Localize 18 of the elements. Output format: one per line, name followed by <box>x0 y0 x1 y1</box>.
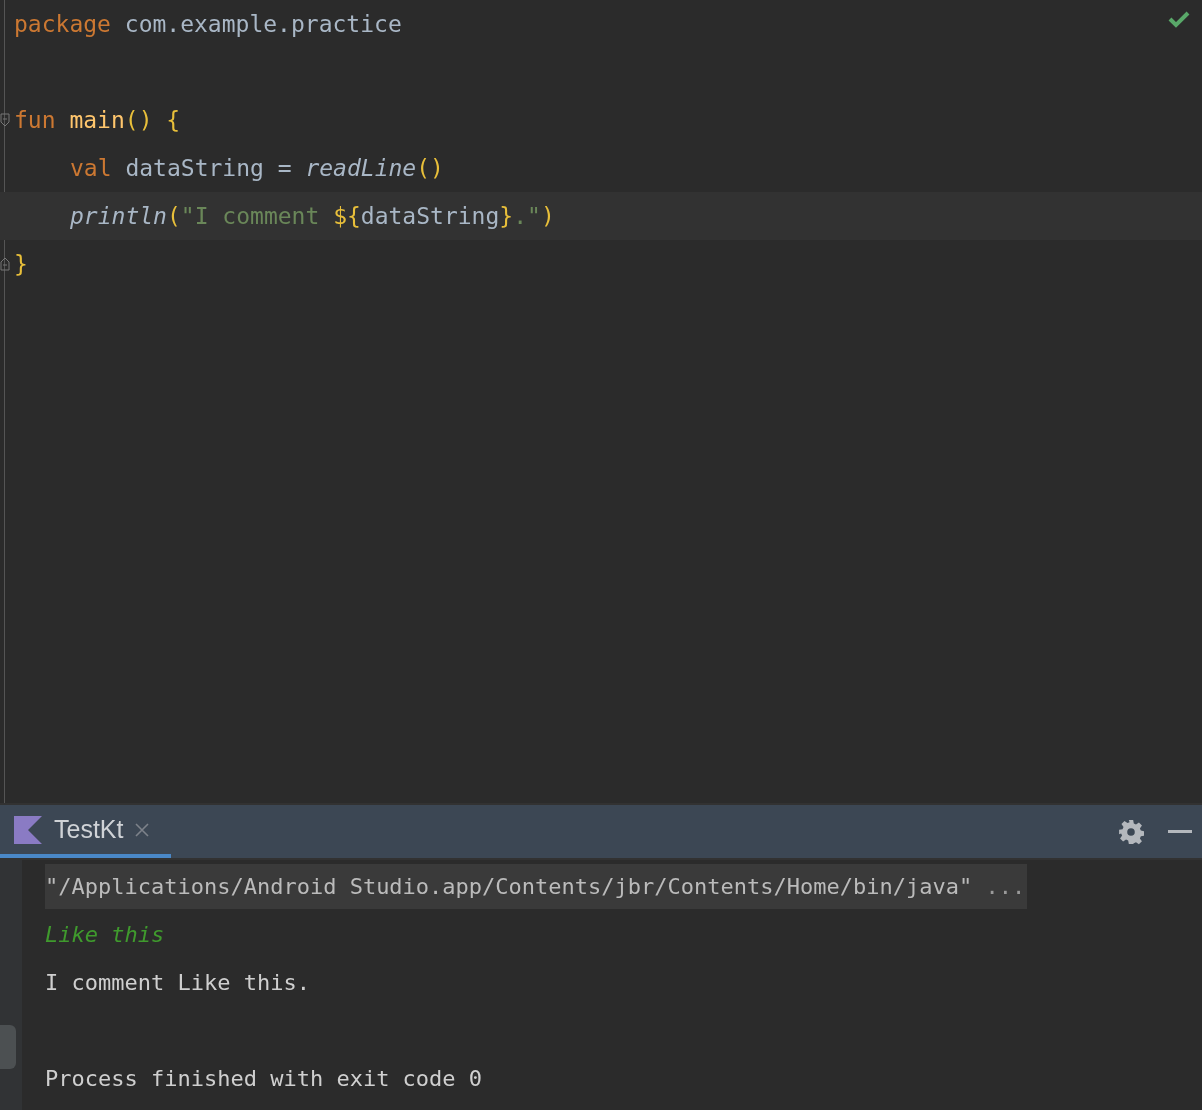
console-output-text: Process finished with exit code 0 <box>45 1065 483 1091</box>
code-line: val dataString = readLine() <box>70 155 444 181</box>
code-line: println("I comment ${dataString}.") <box>70 203 555 229</box>
fold-marker-icon[interactable] <box>0 257 10 271</box>
settings-icon[interactable] <box>1118 818 1144 845</box>
close-icon[interactable] <box>135 822 150 837</box>
minimize-icon[interactable] <box>1168 829 1192 834</box>
code-editor[interactable]: package com.example.practice fun main() { val dataString = readLine() println("I comment ${dataString}.") } <box>0 0 1202 805</box>
check-icon <box>1168 10 1190 28</box>
tab-label: TestKt <box>54 815 124 844</box>
console-output-text: I comment Like this. <box>45 969 310 995</box>
kotlin-logo-icon <box>14 815 42 844</box>
code-line: fun main() { <box>14 107 181 133</box>
run-tab[interactable]: TestKt <box>0 805 172 858</box>
console-input-text: Like this <box>45 921 165 947</box>
code-line: } <box>14 251 28 277</box>
fold-marker-icon[interactable] <box>0 113 10 127</box>
code-line: package com.example.practice <box>14 11 402 37</box>
